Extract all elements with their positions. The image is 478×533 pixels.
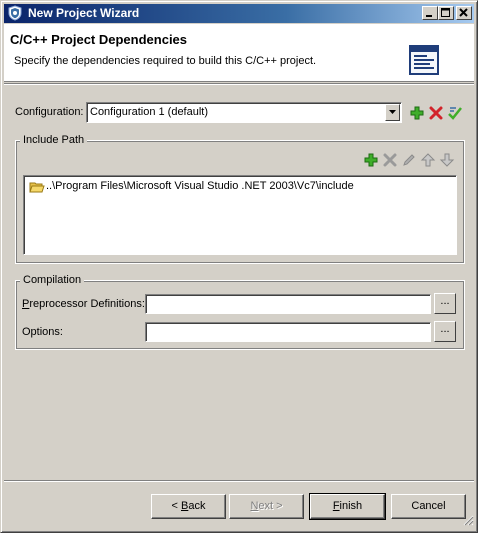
page-description: Specify the dependencies required to bui…	[14, 55, 317, 67]
title-bar[interactable]: New Project Wizard	[4, 4, 474, 23]
cancel-button[interactable]: Cancel	[391, 494, 466, 519]
header-separator	[4, 83, 474, 85]
include-path-value: ..\Program Files\Microsoft Visual Studio…	[46, 180, 354, 192]
add-path-icon[interactable]	[363, 152, 379, 168]
move-up-icon	[420, 152, 436, 168]
add-configuration-icon[interactable]	[409, 105, 425, 121]
preprocessor-definitions-label: Preprocessor Definitions:	[22, 298, 145, 310]
options-label: Options:	[22, 326, 63, 338]
wizard-app-icon	[7, 5, 23, 21]
close-button[interactable]	[456, 6, 472, 20]
include-path-list[interactable]: ..\Program Files\Microsoft Visual Studio…	[23, 175, 457, 255]
edit-path-icon	[401, 152, 417, 168]
options-input[interactable]	[145, 322, 431, 342]
compilation-legend: Compilation	[20, 274, 85, 286]
finish-button[interactable]: Finish	[309, 493, 386, 520]
back-button[interactable]: < Back	[151, 494, 226, 519]
configuration-dropdown-button[interactable]	[385, 104, 400, 121]
project-properties-icon	[409, 45, 439, 75]
close-icon	[459, 8, 468, 17]
window-title: New Project Wizard	[28, 6, 140, 20]
maximize-button[interactable]	[438, 6, 454, 20]
footer-separator	[4, 480, 474, 482]
next-button[interactable]: Next >	[229, 494, 304, 519]
chevron-down-icon	[389, 110, 396, 114]
configuration-select[interactable]: Configuration 1 (default)	[86, 102, 402, 123]
wizard-header: C/C++ Project Dependencies Specify the d…	[4, 24, 474, 82]
wizard-window: New Project Wizard C/C++ Project Depende…	[0, 0, 478, 533]
options-browse-button[interactable]: ...	[434, 321, 456, 342]
preprocessor-definitions-input[interactable]	[145, 294, 431, 314]
minimize-icon	[426, 15, 432, 17]
include-path-legend: Include Path	[20, 134, 88, 146]
preprocessor-browse-button[interactable]: ...	[434, 293, 456, 314]
move-down-icon	[439, 152, 455, 168]
maximize-icon	[441, 8, 450, 17]
manage-configurations-icon[interactable]	[447, 105, 463, 121]
folder-icon	[29, 180, 45, 197]
resize-grip-icon[interactable]	[462, 514, 474, 529]
page-title: C/C++ Project Dependencies	[10, 32, 188, 47]
configuration-selected-value: Configuration 1 (default)	[90, 106, 209, 118]
minimize-button[interactable]	[422, 6, 438, 20]
delete-path-icon	[382, 152, 398, 168]
remove-configuration-icon[interactable]	[428, 105, 444, 121]
configuration-label: Configuration:	[15, 106, 84, 118]
